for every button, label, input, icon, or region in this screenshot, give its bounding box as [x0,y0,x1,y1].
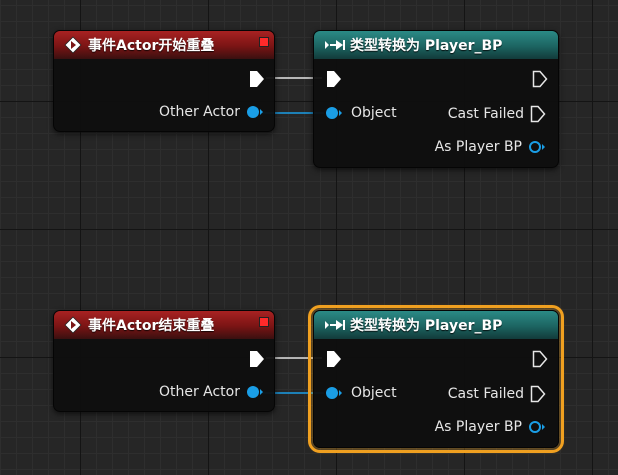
node-title: 类型转换为 Player_BP [350,318,503,334]
node-header[interactable]: 类型转换为 Player_BP [314,31,558,59]
node-title: 事件Actor结束重叠 [88,318,215,334]
pin-label: Other Actor [158,384,240,400]
object-pin-icon[interactable] [246,385,264,399]
object-input-pin-row[interactable]: Object [325,105,397,121]
event-diamond-icon [64,316,82,334]
event-delegate-square-icon[interactable] [259,37,269,47]
cast-to-player-bp-node-selected[interactable]: 类型转换为 Player_BP Object Cast Failed As Pl… [308,305,564,453]
end-overlap-event-node[interactable]: 事件Actor结束重叠 Other Actor [53,310,275,412]
pin-label: Object [351,105,397,121]
object-pin-icon[interactable] [325,386,343,400]
object-pin-hollow-icon[interactable] [528,420,546,434]
pin-label: Object [351,385,397,401]
exec-input-pin[interactable] [326,350,342,368]
cast-arrow-icon [325,40,345,50]
exec-output-pin[interactable] [530,385,546,403]
object-pin-icon[interactable] [325,106,343,120]
other-actor-output-pin-row[interactable]: Other Actor [159,104,264,120]
node-header[interactable]: 事件Actor开始重叠 [54,31,274,59]
pin-label: Other Actor [158,104,240,120]
object-pin-icon[interactable] [246,105,264,119]
object-input-pin-row[interactable]: Object [325,385,397,401]
exec-output-pin[interactable] [532,70,548,88]
pin-label: Cast Failed [447,386,524,402]
exec-output-pin[interactable] [249,350,265,368]
node-header[interactable]: 事件Actor结束重叠 [54,311,274,339]
cast-failed-pin-row[interactable]: Cast Failed [448,385,546,403]
node-title: 事件Actor开始重叠 [88,38,215,54]
object-pin-hollow-icon[interactable] [528,140,546,154]
other-actor-output-pin-row[interactable]: Other Actor [159,384,264,400]
exec-input-pin[interactable] [326,70,342,88]
as-player-bp-pin-row[interactable]: As Player BP [435,419,546,435]
node-title: 类型转换为 Player_BP [350,38,503,54]
cast-to-player-bp-node[interactable]: 类型转换为 Player_BP Object Cast Failed As Pl… [313,30,559,168]
as-player-bp-pin-row[interactable]: As Player BP [435,139,546,155]
begin-overlap-event-node[interactable]: 事件Actor开始重叠 Other Actor [53,30,275,132]
pin-label: Cast Failed [447,106,524,122]
event-diamond-icon [64,36,82,54]
exec-output-pin[interactable] [532,350,548,368]
cast-failed-pin-row[interactable]: Cast Failed [448,105,546,123]
exec-output-pin[interactable] [530,105,546,123]
exec-output-pin[interactable] [249,70,265,88]
cast-arrow-icon [325,320,345,330]
node-header[interactable]: 类型转换为 Player_BP [314,311,558,339]
pin-label: As Player BP [434,419,522,435]
pin-label: As Player BP [434,139,522,155]
event-delegate-square-icon[interactable] [259,317,269,327]
